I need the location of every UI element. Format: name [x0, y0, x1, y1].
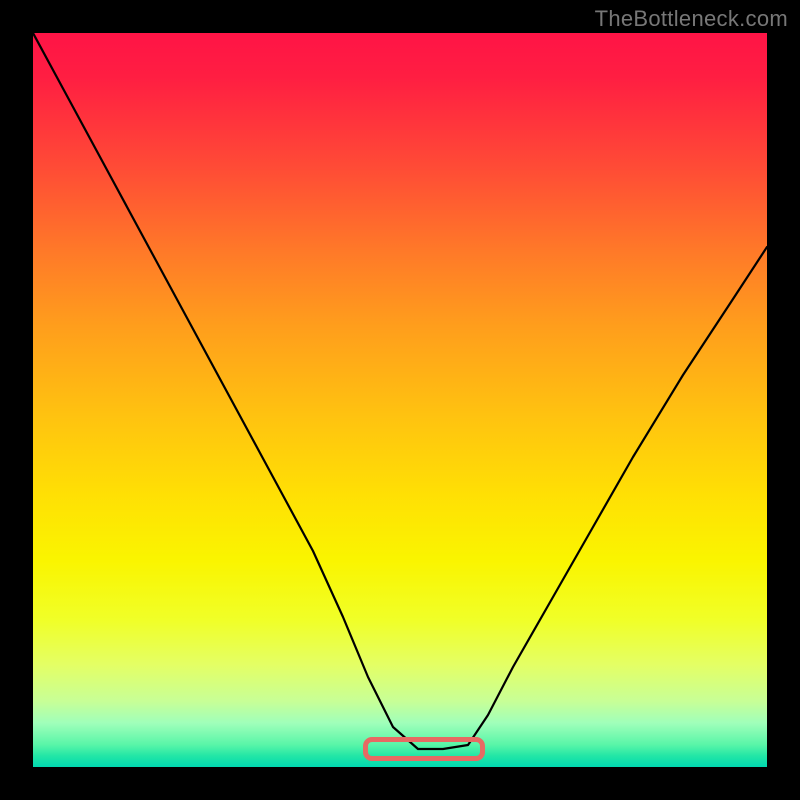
plot-area	[33, 33, 767, 767]
bottleneck-curve	[33, 33, 767, 749]
curve-svg	[33, 33, 767, 767]
chart-frame: TheBottleneck.com	[0, 0, 800, 800]
optimal-range-marker	[363, 737, 485, 761]
watermark-text: TheBottleneck.com	[595, 6, 788, 32]
